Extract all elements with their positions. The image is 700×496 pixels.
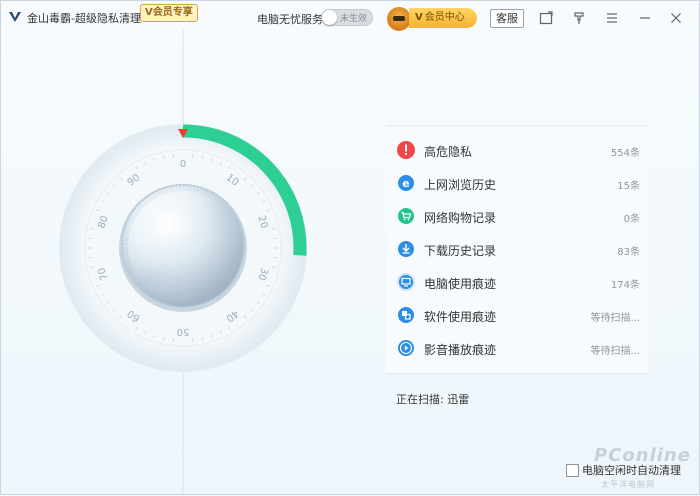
member-center-button[interactable]: V会员中心 [409, 8, 477, 28]
svg-text:e: e [402, 177, 409, 190]
list-item-count: 等待扫描... [590, 309, 640, 324]
list-item-shopping[interactable]: 网络购物记录 0条 [386, 200, 648, 233]
warning-icon [396, 140, 416, 160]
user-avatar[interactable] [387, 7, 411, 31]
scan-category-list: 高危隐私 554条 e 上网浏览历史 15条 网络购物记录 0条 下载历史记录 … [386, 127, 648, 373]
privacy-scan-dial: 0102030405060708090 [1, 1, 381, 496]
computer-icon [396, 272, 416, 292]
feedback-icon[interactable] [571, 10, 587, 26]
list-item-pc-usage[interactable]: 电脑使用痕迹 174条 [386, 266, 648, 299]
list-item-label: 影音播放痕迹 [424, 341, 496, 358]
close-icon[interactable] [668, 10, 684, 26]
list-item-label: 下载历史记录 [424, 242, 496, 259]
list-item-count: 0条 [624, 210, 640, 225]
list-item-label: 高危隐私 [424, 143, 472, 160]
list-item-label: 上网浏览历史 [424, 176, 496, 193]
watermark-subtitle: 太平洋电脑网 [601, 479, 655, 490]
skin-icon[interactable] [538, 10, 554, 26]
customer-service-button[interactable]: 客服 [490, 9, 524, 28]
menu-icon[interactable] [604, 10, 620, 26]
list-item-label: 电脑使用痕迹 [424, 275, 496, 292]
list-item-label: 软件使用痕迹 [424, 308, 496, 325]
list-item-media[interactable]: 影音播放痕迹 等待扫描... [386, 332, 648, 365]
scan-status-text: 正在扫描: 迅雷 [396, 391, 469, 407]
auto-clean-label: 电脑空闲时自动清理 [582, 462, 681, 478]
list-item-count: 554条 [611, 144, 640, 159]
minimize-icon[interactable] [637, 10, 653, 26]
download-icon [396, 239, 416, 259]
list-item-label: 网络购物记录 [424, 209, 496, 226]
list-item-count: 83条 [617, 243, 640, 258]
list-item-count: 15条 [617, 177, 640, 192]
list-item-count: 等待扫描... [590, 342, 640, 357]
member-v-icon: V [415, 12, 423, 23]
list-item-count: 174条 [611, 276, 640, 291]
auto-clean-checkbox[interactable] [566, 464, 579, 477]
member-center-label: 会员中心 [425, 12, 465, 23]
dial-tick-label: 0 [180, 159, 186, 170]
cart-icon [396, 206, 416, 226]
list-item-high-risk[interactable]: 高危隐私 554条 [386, 134, 648, 167]
list-item-software[interactable]: 软件使用痕迹 等待扫描... [386, 299, 648, 332]
dial-tick-label: 50 [177, 326, 190, 337]
browser-icon: e [396, 173, 416, 193]
list-item-browser-history[interactable]: e 上网浏览历史 15条 [386, 167, 648, 200]
list-item-download[interactable]: 下载历史记录 83条 [386, 233, 648, 266]
play-icon [396, 338, 416, 358]
knob-sheen [128, 191, 238, 301]
software-icon [396, 305, 416, 325]
app-window: 金山毒霸-超级隐私清理 V会员专享 电脑无忧服务 未生效 V会员中心 客服 [0, 0, 700, 495]
